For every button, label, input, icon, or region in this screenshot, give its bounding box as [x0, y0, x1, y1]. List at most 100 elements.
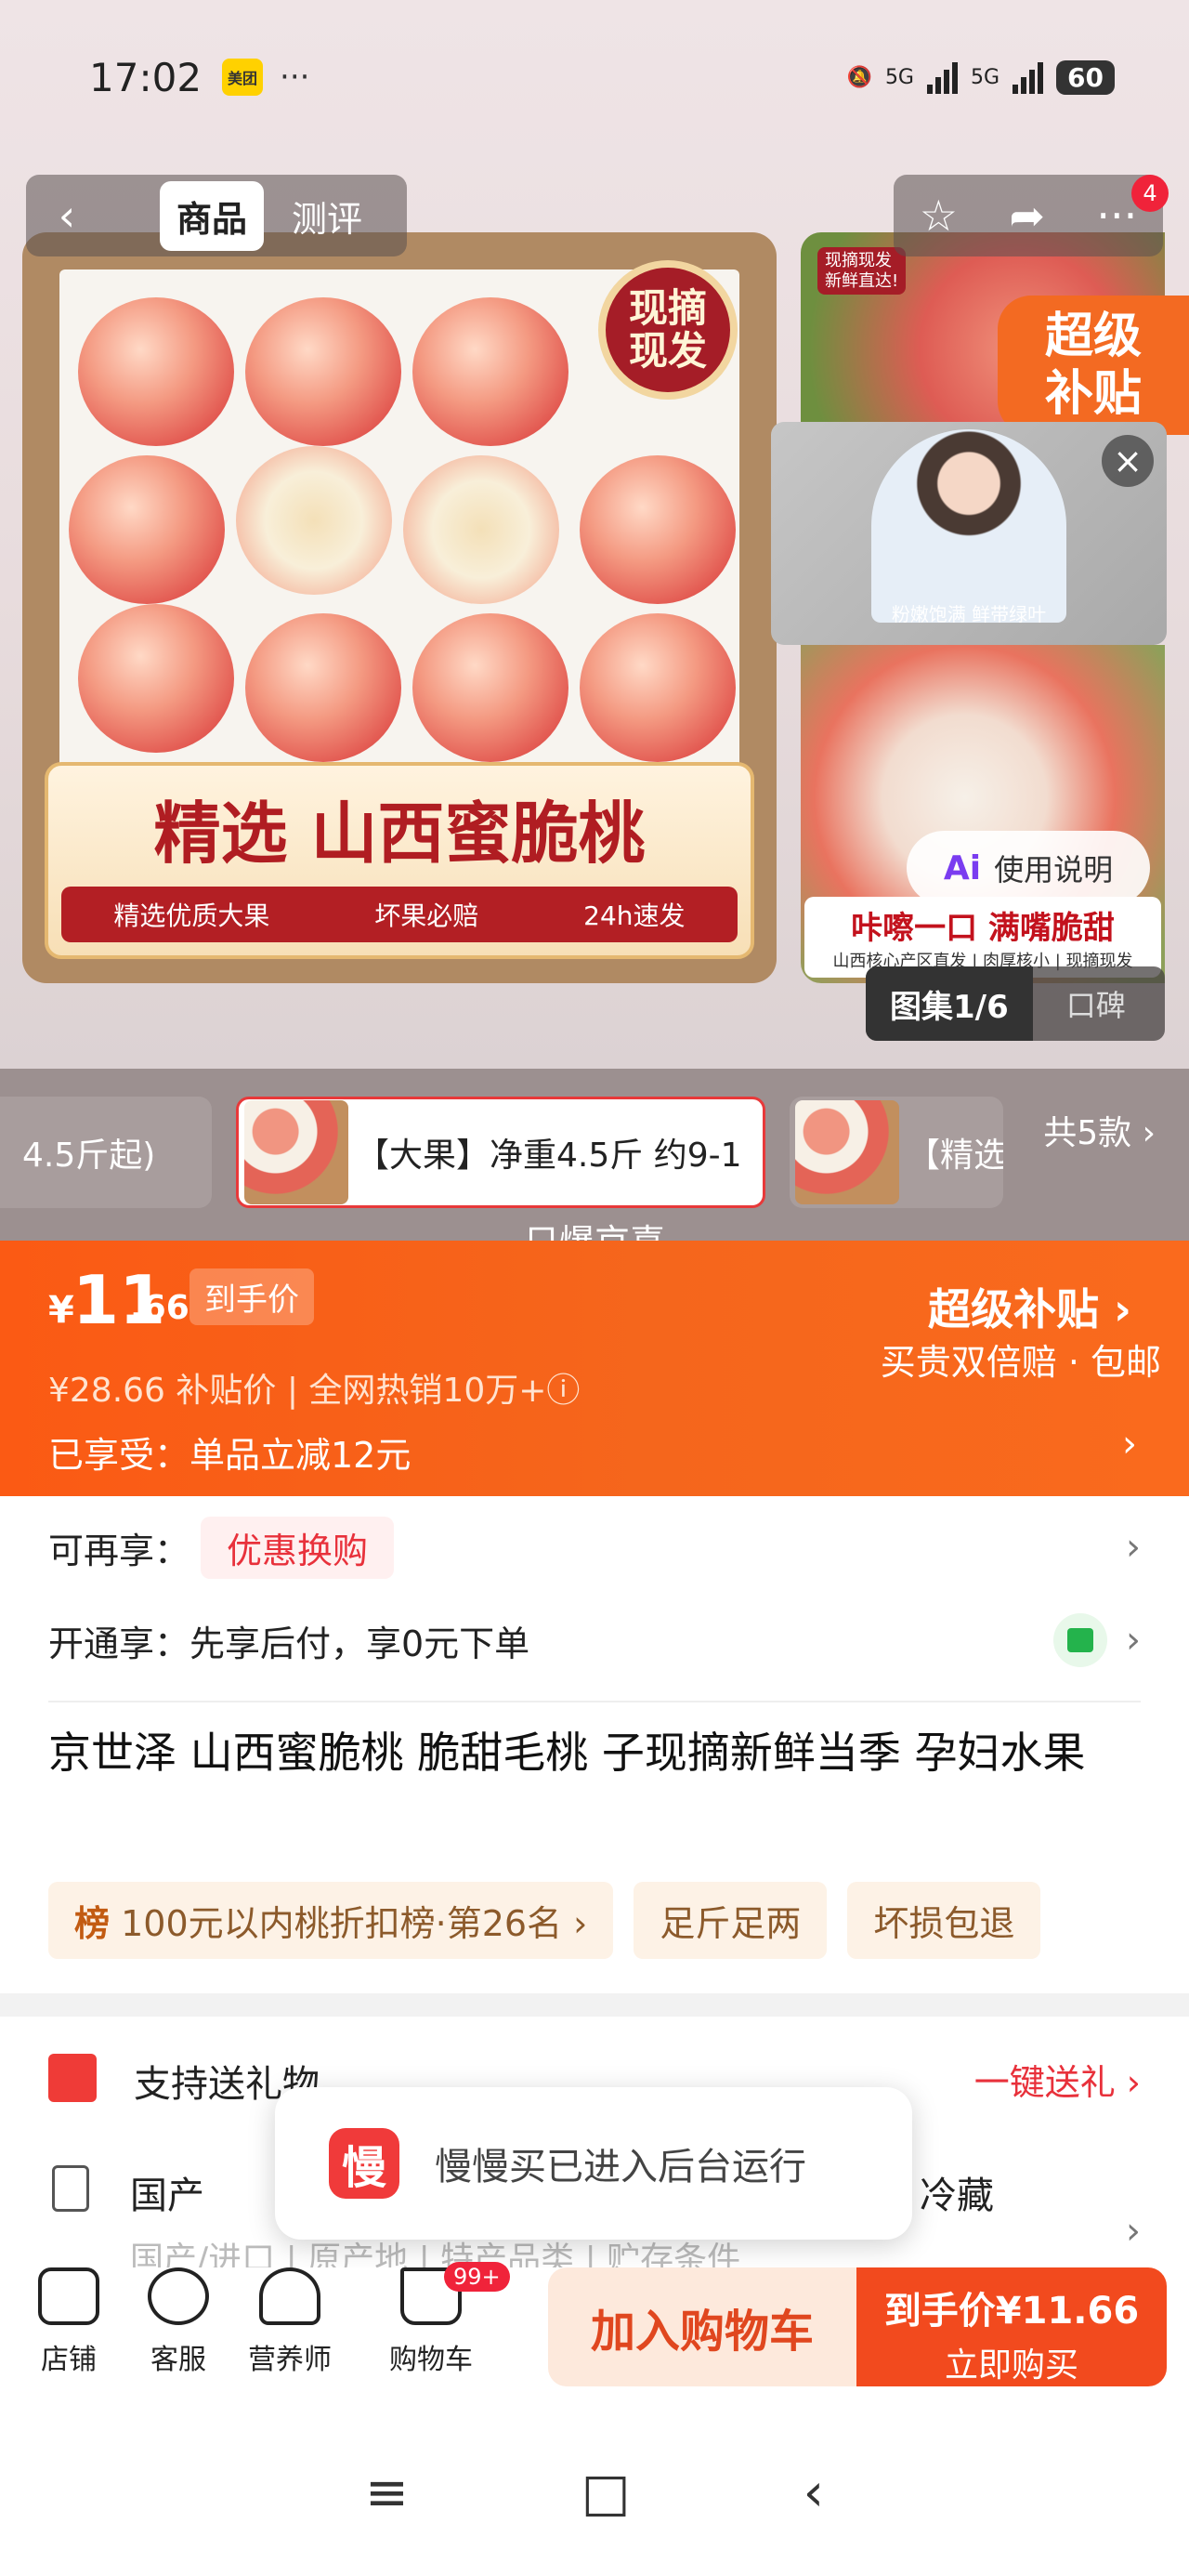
weight-guarantee-tag: 足斤足两 [634, 1882, 828, 1959]
meituan-app-icon: 美团 [222, 59, 264, 96]
sku-more-button[interactable]: 共5款 › [1043, 1106, 1156, 1154]
side-tagline: 咔嚓一口 满嘴脆甜 山西核心产区直发 | 肉厚核小 | 现摘现发 [804, 897, 1161, 978]
video-person [871, 429, 1066, 623]
status-bar: 17:02 美团 ··· 🔕 5G 5G 60 [89, 45, 1115, 110]
rank-tag-label: 100元以内桃折扣榜·第26名 › [121, 1903, 588, 1944]
sku-option-selected[interactable]: 【大果】净重4.5斤 约9-1 [236, 1097, 765, 1208]
attr-storage: 冷藏 [920, 2175, 994, 2217]
share-icon[interactable]: ➦ [1009, 191, 1045, 241]
tab-product[interactable]: 商品 [160, 180, 265, 251]
back-icon[interactable]: ‹ [804, 2463, 824, 2523]
battery-indicator: 60 [1056, 59, 1115, 95]
super-subsidy-link[interactable]: 超级补贴 › [928, 1276, 1131, 1337]
nutritionist-label: 营养师 [248, 2344, 332, 2376]
manmanmai-app-icon: 慢 [329, 2128, 399, 2199]
add-to-cart-button[interactable]: 加入购物车 [548, 2267, 856, 2386]
video-caption: 粉嫩饱满 鲜带绿叶 [891, 603, 1047, 625]
side-tag: 现摘现发 新鲜直达! [817, 247, 907, 296]
menu-icon[interactable]: ≡ [365, 2463, 409, 2523]
album-counter[interactable]: 图集1/6 [866, 966, 1033, 1041]
trade-in-coupon[interactable]: 优惠换购 [201, 1516, 395, 1579]
network-label-2: 5G [970, 65, 1000, 89]
chevron-right-icon: › [1126, 1526, 1141, 1569]
product-info: 可再享： 优惠换购 › 开通享：先享后付，享0元下单 › 京世泽 山西蜜脆桃 脆… [0, 1496, 1189, 1993]
status-time: 17:02 [89, 54, 203, 100]
customer-service-icon [148, 2267, 209, 2325]
feature-item: 24h速发 [583, 900, 686, 931]
chevron-right-icon: › [1126, 1619, 1141, 1662]
shopping-bag-icon [1053, 1613, 1107, 1667]
nutritionist-icon [259, 2267, 320, 2325]
cart-count-badge: 99+ [444, 2262, 510, 2292]
background-toast: 慢 慢慢买已进入后台运行 [275, 2087, 912, 2240]
sku-option[interactable]: 【精选 [790, 1097, 1003, 1208]
buy-now-button[interactable]: 到手价¥11.66 立即购买 [856, 2267, 1167, 2386]
sku-option[interactable]: 4.5斤起) [0, 1097, 212, 1208]
rank-tag[interactable]: 榜 100元以内桃折扣榜·第26名 › [48, 1882, 614, 1959]
store-label: 店铺 [41, 2344, 97, 2376]
pay-later-row[interactable]: 开通享：先享后付，享0元下单 › [48, 1598, 1141, 1682]
document-icon [52, 2165, 89, 2212]
pay-later-label: 开通享：先享后付，享0元下单 [48, 1623, 530, 1664]
signal-icon [926, 60, 958, 94]
store-icon [38, 2267, 99, 2325]
price-decimal: .66 [130, 1289, 189, 1327]
chevron-right-icon[interactable]: › [1126, 2210, 1141, 2253]
main-product-image[interactable]: 现摘 现发 精选 山西蜜脆桃 精选优质大果 坏果必赔 24h速发 [22, 232, 777, 983]
ai-instructions-label: 使用说明 [994, 852, 1114, 887]
sku-option-label: 4.5斤起) [22, 1137, 156, 1175]
price-currency: ¥ [48, 1289, 74, 1332]
feature-item: 坏果必赔 [374, 900, 479, 931]
ai-icon: Ai [943, 848, 982, 887]
reviews-tab[interactable]: 口碑 [1033, 982, 1126, 1025]
cart-label: 购物车 [389, 2344, 473, 2376]
super-subsidy-sub: 买贵双倍赔 · 包邮 [880, 1342, 1161, 1383]
floating-video[interactable]: 粉嫩饱满 鲜带绿叶 × [771, 422, 1167, 645]
sku-option-label: 【精选 [907, 1137, 1003, 1175]
buy-now-label: 立即购买 [944, 2346, 1078, 2385]
bottom-bar: 店铺 客服 营养师 购物车 99+ 加入购物车 到手价¥11.66 立即购买 ≡… [0, 2262, 1189, 2576]
send-gift-link[interactable]: 一键送礼 › [974, 2054, 1141, 2105]
home-icon[interactable]: □ [581, 2463, 631, 2523]
ai-instructions-button[interactable]: Ai 使用说明 [907, 831, 1150, 905]
extra-offer-label: 可再享： [48, 1530, 190, 1571]
gallery-switch[interactable]: 图集1/6 口碑 [866, 966, 1165, 1041]
rank-icon: 榜 [74, 1903, 111, 1944]
customer-service-button[interactable]: 客服 [132, 2267, 225, 2377]
sku-thumbnail [244, 1100, 348, 1204]
gift-icon [48, 2054, 97, 2102]
side-tagline-title: 咔嚓一口 满嘴脆甜 [851, 910, 1115, 947]
fresh-picked-stamp: 现摘 现发 [598, 260, 738, 400]
damage-refund-tag: 坏损包退 [847, 1882, 1041, 1959]
notification-badge: 4 [1131, 175, 1169, 212]
status-icons: 🔕 5G 5G 60 [846, 59, 1115, 95]
extra-offer-row[interactable]: 可再享： 优惠换购 › [48, 1505, 1141, 1589]
attr-origin: 国产 [130, 2175, 204, 2217]
side-thumbnail-bottom[interactable]: 咔嚓一口 满嘴脆甜 山西核心产区直发 | 肉厚核小 | 现摘现发 [801, 645, 1165, 983]
product-tags: 榜 100元以内桃折扣榜·第26名 › 足斤足两 坏损包退 [48, 1882, 1041, 1959]
back-button[interactable]: ‹ [26, 175, 108, 256]
subsidy-price-line[interactable]: ¥28.66 补贴价 | 全网热销10万+ⓘ [48, 1363, 580, 1412]
system-navigation: ≡ □ ‹ [0, 2463, 1189, 2523]
discount-applied[interactable]: 已享受：单品立减12元 [48, 1426, 411, 1478]
favorite-star-icon[interactable]: ☆ [920, 191, 958, 241]
store-button[interactable]: 店铺 [22, 2267, 115, 2377]
toast-message: 慢慢买已进入后台运行 [435, 2146, 806, 2188]
customer-service-label: 客服 [150, 2344, 206, 2376]
sku-thumbnail [795, 1100, 899, 1204]
top-tabs: 商品 测评 [108, 175, 407, 256]
nutritionist-button[interactable]: 营养师 [243, 2267, 336, 2377]
super-subsidy-badge[interactable]: 超级 补贴 [998, 296, 1189, 435]
tab-review[interactable]: 测评 [275, 181, 379, 251]
product-banner: 精选 山西蜜脆桃 精选优质大果 坏果必赔 24h速发 [45, 762, 754, 959]
chevron-right-icon[interactable]: › [1122, 1423, 1137, 1465]
banner-features: 精选优质大果 坏果必赔 24h速发 [61, 887, 738, 942]
close-icon[interactable]: × [1102, 435, 1154, 487]
signal-icon-2 [1013, 60, 1044, 94]
product-title[interactable]: 京世泽 山西蜜脆桃 脆甜毛桃 子现摘新鲜当季 孕妇水果 [48, 1719, 1152, 1786]
feature-item: 精选优质大果 [113, 900, 270, 931]
sku-option-label: 【大果】净重4.5斤 约9-1 [356, 1137, 742, 1175]
price-band: ¥ 11 .66 到手价 ¥28.66 补贴价 | 全网热销10万+ⓘ 已享受：… [0, 1241, 1189, 1496]
banner-title: 精选 山西蜜脆桃 [153, 794, 646, 873]
mute-icon: 🔕 [846, 65, 872, 89]
